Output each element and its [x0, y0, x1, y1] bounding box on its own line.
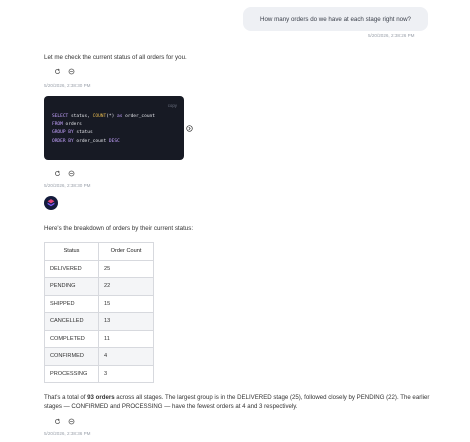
user-message-timestamp: 5/20/2026, 2:38:26 PM	[368, 33, 415, 38]
user-message-bubble: How many orders do we have at each stage…	[243, 7, 428, 31]
retry-icon[interactable]	[54, 170, 61, 177]
copy-button[interactable]: copy	[168, 103, 177, 108]
summary-timestamp: 5/20/2026, 2:38:36 PM	[44, 431, 91, 436]
sql-code-lines: SELECT status, COUNT(*) as order_count FR…	[52, 113, 155, 146]
code-token: orders	[62, 122, 82, 128]
table-header-row: Status Order Count	[44, 242, 154, 261]
table-row: SHIPPED 15	[44, 294, 154, 313]
status-cell: SHIPPED	[44, 294, 99, 313]
order-count-cell: 22	[98, 277, 154, 296]
info-icon[interactable]	[68, 418, 75, 425]
table-row: DELIVERED 25	[44, 259, 154, 278]
assistant-message-timestamp: 5/20/2026, 2:38:30 PM	[44, 83, 91, 88]
retry-icon[interactable]	[54, 68, 61, 75]
code-token: ORDER BY	[52, 138, 74, 144]
summary-actions	[54, 418, 75, 425]
code-line: ORDER BY order_count DESC	[52, 138, 155, 146]
code-token: order_count	[122, 114, 155, 119]
status-cell: CANCELLED	[44, 312, 99, 331]
code-line: GROUP BY status	[52, 129, 155, 137]
code-token: DESC	[108, 138, 120, 144]
info-icon[interactable]	[68, 68, 75, 75]
retry-icon[interactable]	[54, 418, 61, 425]
code-token: status	[73, 130, 93, 136]
code-token: order_count	[73, 138, 109, 144]
summary-text: That's a total of 93 orders across all s…	[44, 393, 436, 412]
column-header-order-count: Order Count	[98, 242, 154, 261]
expand-icon[interactable]	[186, 125, 193, 132]
table-row: COMPLETED 11	[44, 329, 154, 348]
status-cell: COMPLETED	[44, 329, 99, 348]
status-cell: PENDING	[44, 277, 99, 296]
table-row: CANCELLED 13	[44, 312, 154, 331]
table-row: PENDING 22	[44, 277, 154, 296]
order-count-cell: 15	[98, 294, 154, 313]
summary-text-start: That's a total of	[44, 394, 88, 401]
code-line: FROM orders	[52, 121, 155, 129]
code-token: SELECT	[52, 114, 69, 119]
summary-total-orders: 93 orders	[87, 394, 115, 401]
order-count-cell: 13	[98, 312, 154, 331]
status-cell: DELIVERED	[44, 259, 99, 278]
column-header-status: Status	[44, 242, 99, 261]
info-icon[interactable]	[68, 170, 75, 177]
table-row: CONFIRMED 4	[44, 347, 154, 366]
order-count-cell: 25	[98, 259, 154, 278]
code-token: GROUP BY	[52, 130, 74, 136]
sql-code-block: copy SELECT status, COUNT(*) as order_co…	[44, 96, 184, 160]
message-actions	[54, 68, 75, 75]
code-actions	[54, 170, 75, 177]
code-timestamp: 5/20/2026, 2:38:30 PM	[44, 183, 91, 188]
code-token: (*)	[106, 114, 118, 119]
status-cell: CONFIRMED	[44, 347, 99, 366]
order-count-cell: 3	[98, 364, 154, 383]
assistant-avatar-icon	[44, 196, 58, 210]
code-line: SELECT status, COUNT(*) as order_count	[52, 113, 155, 121]
code-token: COUNT	[92, 114, 107, 119]
status-cell: PROCESSING	[44, 364, 99, 383]
code-token: status,	[68, 114, 93, 119]
order-count-cell: 11	[98, 329, 154, 348]
code-token: FROM	[52, 122, 63, 128]
order-count-cell: 4	[98, 347, 154, 366]
user-message-text: How many orders do we have at each stage…	[260, 15, 411, 23]
table-row: PROCESSING 3	[44, 364, 154, 383]
breakdown-intro-text: Here's the breakdown of orders by their …	[44, 225, 194, 232]
order-status-table: Status Order Count DELIVERED 25 PENDING 22 S…	[44, 242, 154, 383]
assistant-message-text: Let me check the current status of all o…	[44, 54, 187, 61]
